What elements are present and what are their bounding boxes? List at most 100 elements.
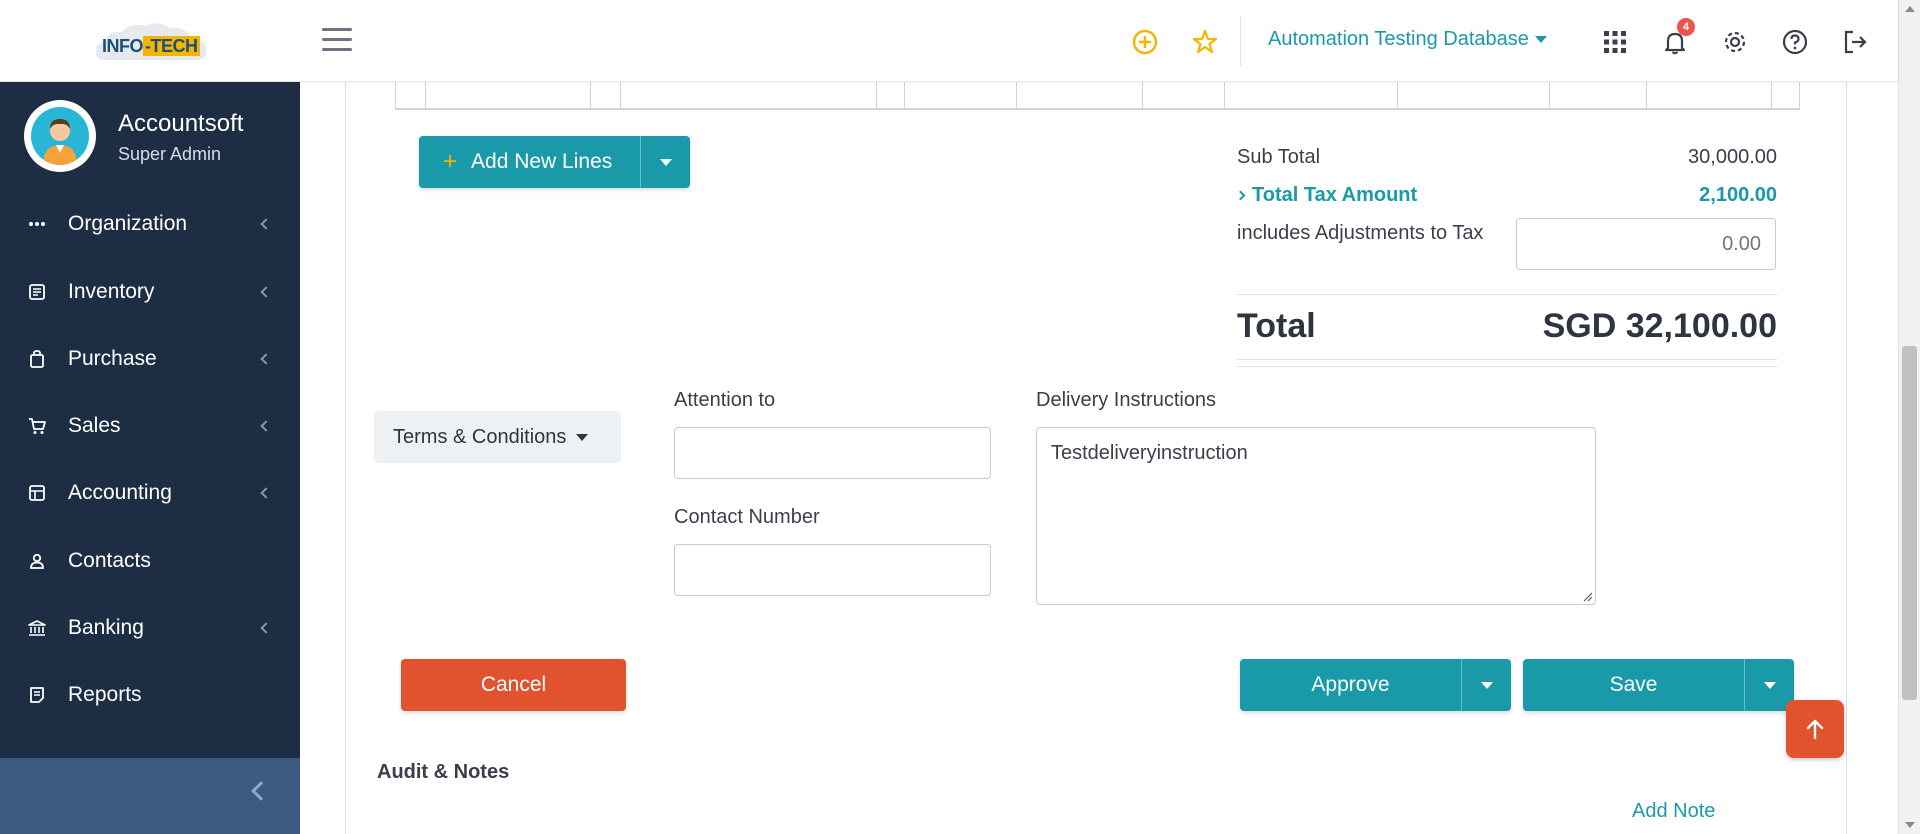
caret-down-icon	[576, 433, 589, 441]
scroll-down-arrow-icon[interactable]	[1905, 822, 1915, 828]
chevron-left-icon	[260, 420, 272, 432]
cancel-label: Cancel	[480, 673, 547, 696]
scroll-up-arrow-icon[interactable]	[1905, 6, 1915, 12]
grand-total-label: Total	[1237, 307, 1316, 345]
contact-number-input[interactable]	[674, 544, 991, 596]
ledger-icon	[28, 484, 46, 502]
purchase-bag-icon	[28, 350, 46, 368]
sidebar: Accountsoft Super Admin Organization Inv…	[0, 82, 300, 834]
attention-to-input[interactable]	[674, 427, 991, 479]
settings-gear-icon[interactable]	[1721, 28, 1749, 56]
logout-icon[interactable]	[1841, 28, 1869, 56]
user-profile[interactable]: Accountsoft Super Admin	[24, 100, 294, 174]
delivery-instructions-label: Delivery Instructions	[1036, 389, 1217, 411]
page-scrollbar[interactable]	[1898, 0, 1920, 834]
adjustments-label: includes Adjustments to Tax	[1237, 222, 1484, 244]
sidebar-item-label: Sales	[68, 414, 121, 437]
grand-total-value: SGD 32,100.00	[1542, 307, 1777, 345]
add-circle-icon[interactable]	[1131, 28, 1159, 56]
sidebar-footer	[0, 758, 300, 834]
database-name: Automation Testing Database	[1268, 28, 1529, 50]
inventory-icon	[28, 283, 46, 301]
save-label: Save	[1609, 673, 1658, 696]
caret-down-icon	[1480, 681, 1493, 689]
top-bar: INFO -TECH Automation Testing Database 4	[0, 0, 1898, 82]
approve-label: Approve	[1311, 673, 1390, 696]
sidebar-item-purchase[interactable]: Purchase	[0, 333, 300, 385]
tax-adjustment-input[interactable]	[1516, 218, 1776, 270]
add-new-lines-button[interactable]: + Add New Lines	[419, 136, 690, 188]
sidebar-item-label: Purchase	[68, 347, 157, 370]
sidebar-item-label: Banking	[68, 616, 144, 639]
plus-icon: +	[443, 148, 458, 175]
totals-divider	[1237, 294, 1777, 295]
sidebar-item-reports[interactable]: Reports	[0, 669, 300, 721]
subtotal-label: Sub Total	[1237, 146, 1321, 168]
caret-down-icon	[659, 158, 672, 166]
sidebar-item-contacts[interactable]: Contacts	[0, 535, 300, 587]
logo-text-accent: -TECH	[143, 36, 200, 56]
apps-grid-icon[interactable]	[1601, 28, 1629, 56]
avatar	[24, 100, 96, 172]
user-avatar-icon	[43, 119, 77, 165]
delivery-instructions-textarea[interactable]: Testdeliveryinstruction	[1036, 427, 1596, 605]
chevron-right-icon	[1235, 190, 1246, 201]
subtotal-value: 30,000.00	[1688, 146, 1777, 168]
chevron-left-icon	[260, 487, 272, 499]
collapse-sidebar-icon[interactable]	[251, 781, 271, 801]
resize-handle-icon[interactable]	[1581, 590, 1593, 602]
header-divider	[1240, 16, 1241, 66]
notification-count-badge: 4	[1677, 18, 1695, 36]
sidebar-item-label: Organization	[68, 212, 188, 235]
person-icon	[28, 552, 46, 570]
save-button[interactable]: Save	[1523, 659, 1794, 711]
cart-icon	[28, 417, 46, 435]
chevron-left-icon	[260, 218, 272, 230]
delivery-instructions-value: Testdeliveryinstruction	[1051, 442, 1248, 464]
totals-divider-bottom	[1237, 359, 1777, 360]
user-name: Accountsoft	[118, 110, 244, 137]
arrow-up-icon	[1806, 719, 1824, 740]
report-icon	[28, 686, 46, 704]
caret-down-icon	[1763, 681, 1776, 689]
sidebar-item-label: Contacts	[68, 549, 151, 572]
chevron-left-icon	[260, 286, 272, 298]
attention-to-label: Attention to	[674, 389, 776, 411]
sidebar-item-accounting[interactable]: Accounting	[0, 467, 300, 519]
total-tax-value: 2,100.00	[1699, 184, 1777, 206]
total-tax-toggle[interactable]: Total Tax Amount	[1235, 184, 1418, 207]
sidebar-item-label: Reports	[68, 683, 142, 706]
help-icon[interactable]	[1781, 28, 1809, 56]
chevron-left-icon	[260, 353, 272, 365]
sidebar-item-label: Accounting	[68, 481, 172, 504]
approve-dropdown-toggle[interactable]	[1461, 659, 1511, 711]
chevron-left-icon	[260, 622, 272, 634]
bank-icon	[28, 619, 46, 637]
add-note-link[interactable]: Add Note	[1632, 800, 1715, 823]
favorites-star-icon[interactable]	[1191, 28, 1219, 56]
company-logo[interactable]: INFO -TECH	[92, 20, 212, 64]
audit-notes-title: Audit & Notes	[377, 761, 510, 783]
scrollbar-thumb[interactable]	[1902, 346, 1917, 700]
notifications-bell-icon[interactable]: 4	[1661, 18, 1695, 56]
user-role: Super Admin	[118, 144, 222, 164]
approve-button[interactable]: Approve	[1240, 659, 1511, 711]
contact-number-label: Contact Number	[674, 506, 820, 528]
line-items-table-bottom	[395, 82, 1800, 110]
add-lines-dropdown-toggle[interactable]	[640, 136, 690, 188]
menu-toggle-icon[interactable]	[322, 28, 352, 52]
total-tax-label: Total Tax Amount	[1252, 184, 1418, 206]
terms-conditions-dropdown[interactable]: Terms & Conditions	[374, 411, 621, 463]
sidebar-item-sales[interactable]: Sales	[0, 400, 300, 452]
add-new-lines-label: Add New Lines	[471, 150, 613, 173]
sidebar-item-banking[interactable]: Banking	[0, 602, 300, 654]
scroll-to-top-button[interactable]	[1786, 700, 1844, 758]
logo-text: INFO	[102, 36, 144, 56]
cancel-button[interactable]: Cancel	[401, 659, 626, 711]
totals-divider-bottom-2	[1237, 366, 1777, 367]
sidebar-item-organization[interactable]: Organization	[0, 198, 300, 250]
sidebar-item-inventory[interactable]: Inventory	[0, 266, 300, 318]
terms-conditions-label: Terms & Conditions	[393, 425, 567, 448]
dots-icon	[28, 215, 46, 233]
database-selector[interactable]: Automation Testing Database	[1268, 28, 1547, 51]
